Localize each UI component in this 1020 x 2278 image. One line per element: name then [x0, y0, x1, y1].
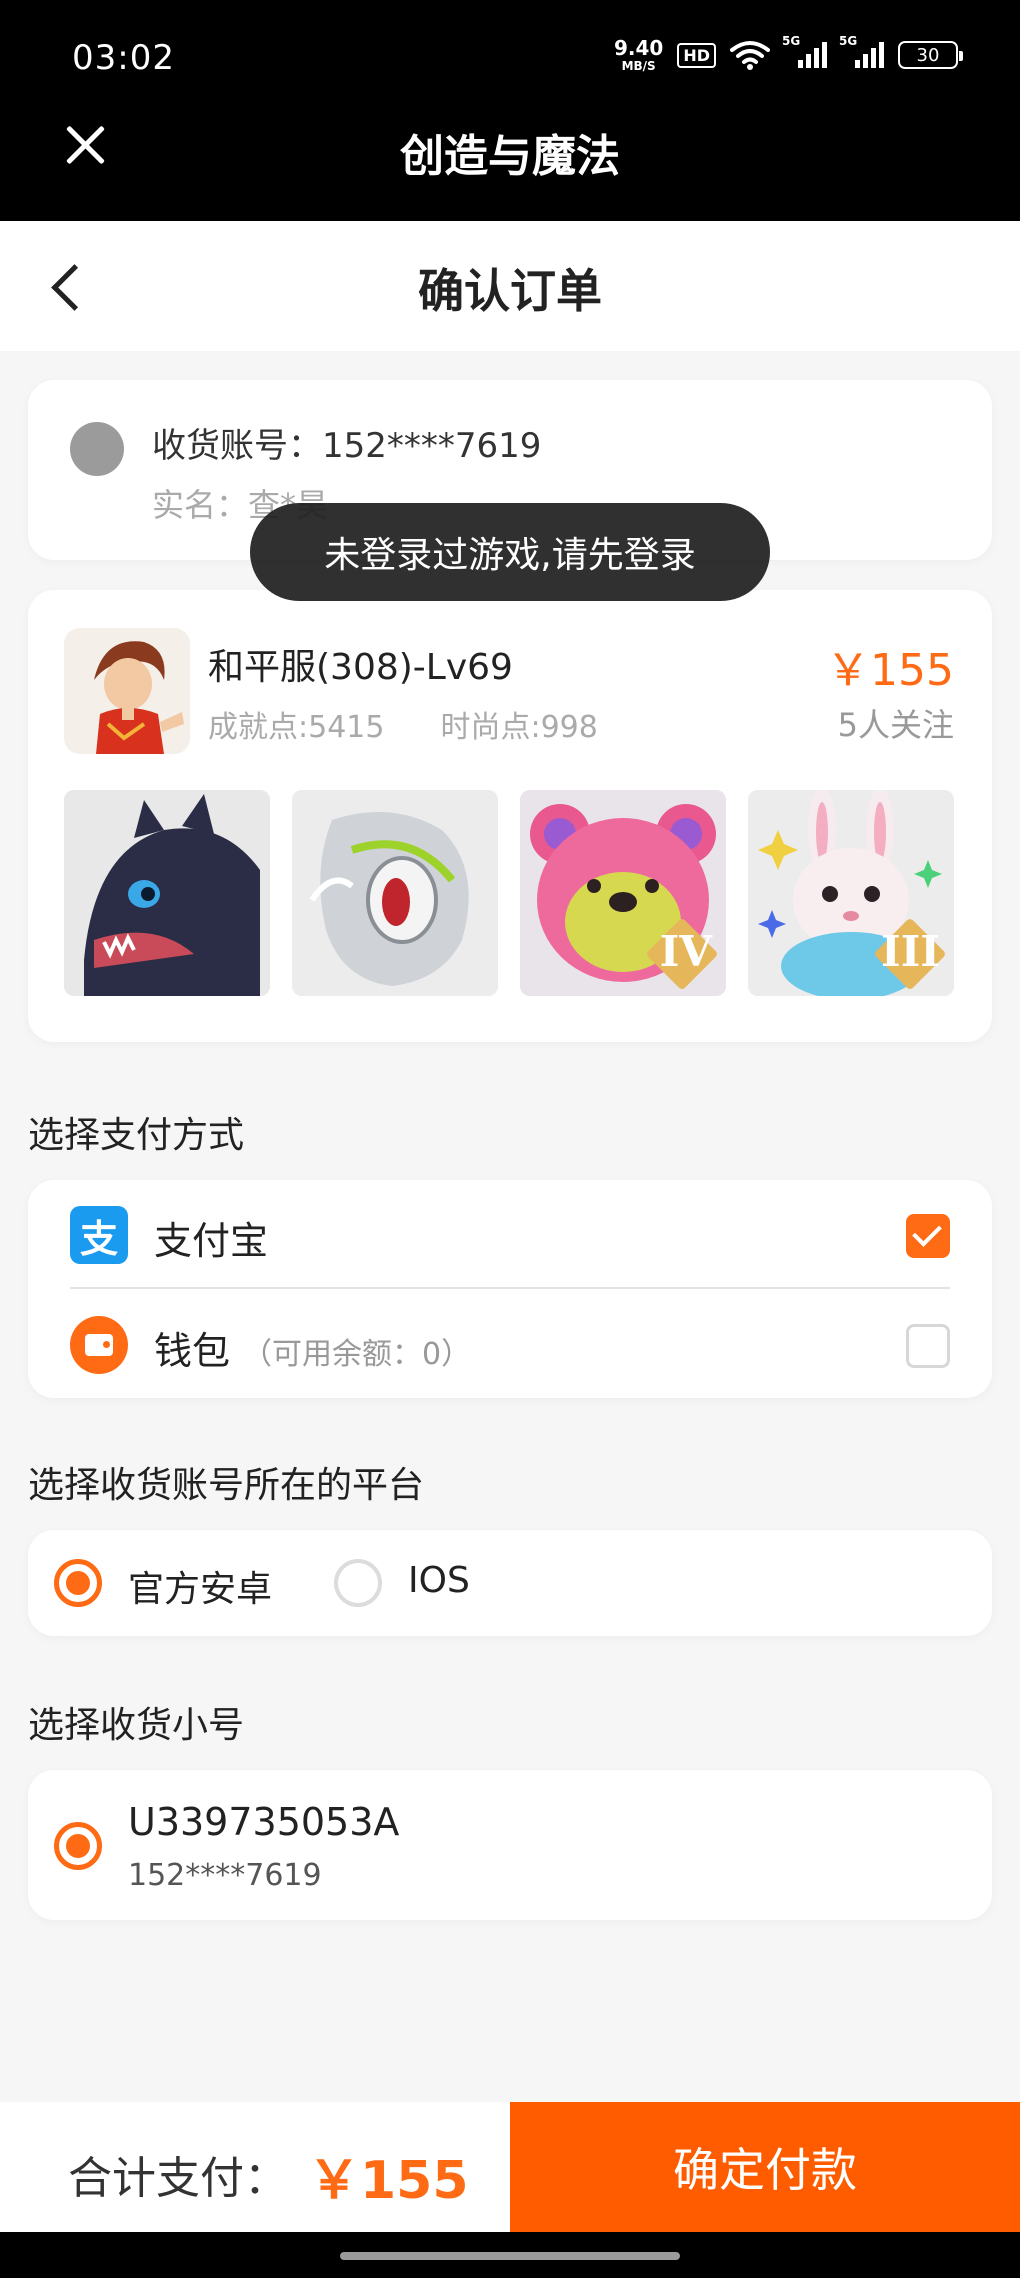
pet-thumbnails: IV III — [64, 790, 954, 996]
silver-mount-pet-icon — [292, 790, 498, 996]
payment-option-alipay[interactable]: 支 支付宝 — [28, 1180, 992, 1286]
system-nav-bar — [0, 2232, 1020, 2278]
product-stats: 成就点:5415 时尚点:998 — [208, 702, 598, 746]
total-label: 合计支付： — [68, 2153, 288, 2204]
network-speed-value: 9.40 — [613, 36, 664, 60]
battery-icon: 30 — [898, 41, 963, 69]
platform-section-label: 选择收货账号所在的平台 — [28, 1465, 425, 1506]
wallet-balance: （可用余额：0） — [242, 1337, 472, 1372]
signal-icon: 5G — [782, 34, 827, 68]
total-amount: ￥155 — [308, 2151, 469, 2211]
confirm-payment-button[interactable]: 确定付款 — [510, 2102, 1020, 2232]
payment-method-card: 支 支付宝 钱包 （可用余额：0） — [28, 1180, 992, 1398]
network-speed: 9.40 MB/S — [614, 38, 663, 72]
sub-account-id: U339735053A — [128, 1800, 400, 1844]
status-time: 03:02 — [72, 38, 175, 78]
signal-label: 5G — [782, 34, 801, 48]
page-header: 确认订单 — [0, 221, 1020, 351]
home-indicator[interactable] — [340, 2252, 680, 2260]
payment-option-label: 支付宝 — [154, 1219, 269, 1263]
page-title: 确认订单 — [418, 264, 602, 318]
black-dragon-pet-icon — [64, 790, 270, 996]
battery-level: 30 — [916, 44, 940, 66]
sub-account-section-label: 选择收货小号 — [28, 1705, 245, 1746]
app-title: 创造与魔法 — [400, 131, 620, 182]
hd-icon: HD — [677, 42, 716, 68]
grade-badge: IV — [659, 927, 712, 976]
wallet-icon — [70, 1316, 128, 1374]
divider — [70, 1287, 950, 1289]
wifi-icon — [730, 41, 770, 70]
follower-count: 5人关注 — [837, 706, 954, 744]
status-icons: 9.40 MB/S HD 5G 5G 30 — [614, 34, 963, 72]
payment-section-label: 选择支付方式 — [28, 1115, 245, 1156]
payment-checkbox-alipay[interactable] — [906, 1214, 950, 1258]
platform-option-android[interactable]: 官方安卓 — [128, 1560, 272, 1612]
account-avatar — [70, 422, 124, 476]
checkout-bar: 合计支付： ￥155 确定付款 — [0, 2102, 1020, 2232]
platform-card: 官方安卓 IOS — [28, 1530, 992, 1636]
platform-radio-ios[interactable] — [334, 1559, 382, 1607]
pet-thumbnail[interactable]: IV — [520, 790, 726, 996]
payment-option-label: 钱包 （可用余额：0） — [154, 1320, 471, 1375]
character-portrait-icon — [64, 628, 190, 754]
pet-thumbnail[interactable] — [292, 790, 498, 996]
product-price: ￥155 — [826, 645, 954, 696]
wallet-label: 钱包 — [154, 1329, 231, 1373]
alipay-icon: 支 — [70, 1206, 128, 1264]
pet-thumbnail[interactable] — [64, 790, 270, 996]
platform-radio-android[interactable] — [54, 1559, 102, 1607]
server-level: 和平服(308)-Lv69 — [208, 647, 513, 688]
product-card[interactable]: 和平服(308)-Lv69 成就点:5415 时尚点:998 ￥155 5人关注 — [28, 590, 992, 1042]
payment-checkbox-wallet[interactable] — [906, 1324, 950, 1368]
sub-account-card[interactable]: U339735053A 152****7619 — [28, 1770, 992, 1920]
payment-option-wallet[interactable]: 钱包 （可用余额：0） — [28, 1290, 992, 1396]
signal-label-2: 5G — [839, 34, 858, 48]
receiving-account: 收货账号：152****7619 — [152, 426, 542, 466]
fashion-points: 时尚点:998 — [440, 710, 598, 745]
signal-icon-2: 5G — [839, 34, 884, 68]
character-avatar — [64, 628, 190, 754]
pet-thumbnail[interactable]: III — [748, 790, 954, 996]
achievement-points: 成就点:5415 — [208, 710, 385, 745]
top-bar: 03:02 9.40 MB/S HD 5G 5G 30 创造与魔法 — [0, 0, 1020, 221]
network-speed-unit: MB/S — [621, 59, 656, 73]
grade-badge: III — [881, 927, 940, 976]
sub-account-phone: 152****7619 — [128, 1858, 322, 1893]
platform-option-ios[interactable]: IOS — [408, 1560, 470, 1601]
login-toast: 未登录过游戏,请先登录 — [250, 503, 770, 601]
sub-account-radio[interactable] — [54, 1822, 102, 1870]
